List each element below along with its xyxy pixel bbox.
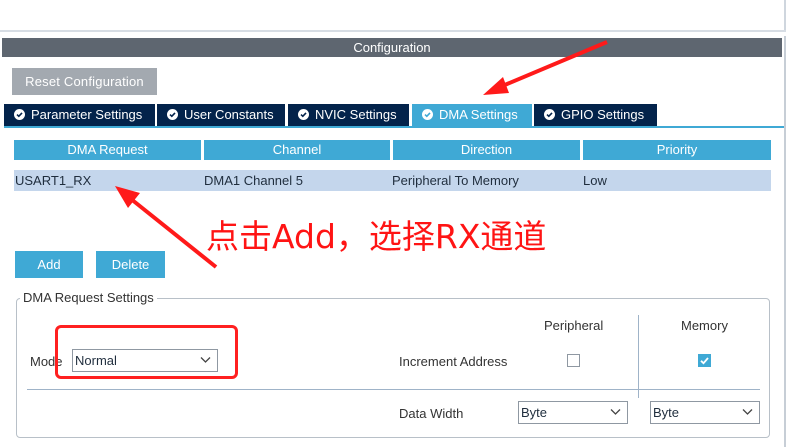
annotation-arrows xyxy=(115,40,608,269)
arrow-to-dma-tab xyxy=(483,40,608,95)
arrow-to-usart-row xyxy=(115,186,218,269)
